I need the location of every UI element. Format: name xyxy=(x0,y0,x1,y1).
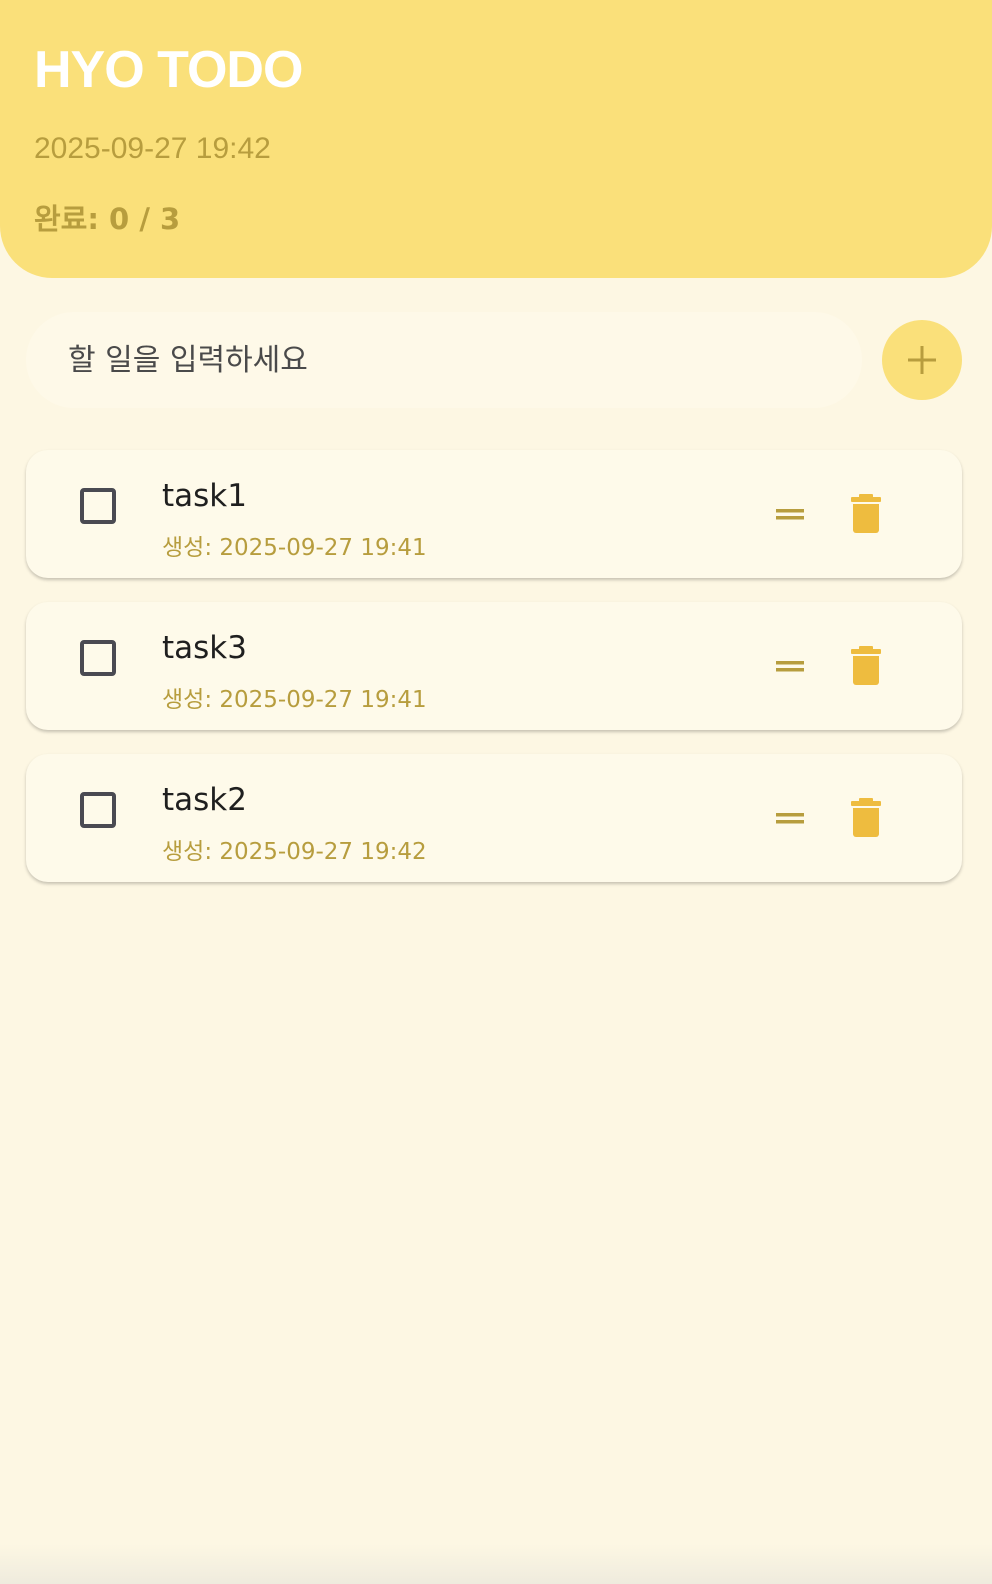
app-title: HYO TODO xyxy=(34,41,303,99)
todo-screen: HYO TODO 2025-09-27 19:42 완료: 0 / 3 task… xyxy=(0,0,992,1584)
task-input[interactable] xyxy=(26,312,862,408)
checkbox-unchecked-icon[interactable] xyxy=(80,792,116,828)
add-task-row xyxy=(26,312,962,408)
drag-handle-icon[interactable] xyxy=(774,502,806,526)
bottom-fade xyxy=(0,1544,992,1584)
current-datetime: 2025-09-27 19:42 xyxy=(34,132,271,165)
completion-counter: 완료: 0 / 3 xyxy=(34,202,181,236)
task-item: task1 생성: 2025-09-27 19:41 xyxy=(26,450,962,578)
task-item: task3 생성: 2025-09-27 19:41 xyxy=(26,602,962,730)
delete-task-button[interactable] xyxy=(844,492,888,536)
task-item: task2 생성: 2025-09-27 19:42 xyxy=(26,754,962,882)
task-list: task1 생성: 2025-09-27 19:41 task3 생성: 202… xyxy=(26,450,962,906)
trash-icon xyxy=(851,494,881,533)
task-created-time: 생성: 2025-09-27 19:42 xyxy=(162,839,427,865)
header: HYO TODO 2025-09-27 19:42 완료: 0 / 3 xyxy=(0,0,992,278)
trash-icon xyxy=(851,798,881,837)
task-title: task3 xyxy=(162,630,247,666)
drag-handle-icon[interactable] xyxy=(774,806,806,830)
checkbox-unchecked-icon[interactable] xyxy=(80,640,116,676)
checkbox-unchecked-icon[interactable] xyxy=(80,488,116,524)
task-title: task1 xyxy=(162,478,247,514)
add-task-button[interactable] xyxy=(882,320,962,400)
drag-handle-icon[interactable] xyxy=(774,654,806,678)
task-title: task2 xyxy=(162,782,247,818)
delete-task-button[interactable] xyxy=(844,644,888,688)
trash-icon xyxy=(851,646,881,685)
plus-icon xyxy=(908,346,936,374)
task-created-time: 생성: 2025-09-27 19:41 xyxy=(162,535,427,561)
delete-task-button[interactable] xyxy=(844,796,888,840)
task-created-time: 생성: 2025-09-27 19:41 xyxy=(162,687,427,713)
